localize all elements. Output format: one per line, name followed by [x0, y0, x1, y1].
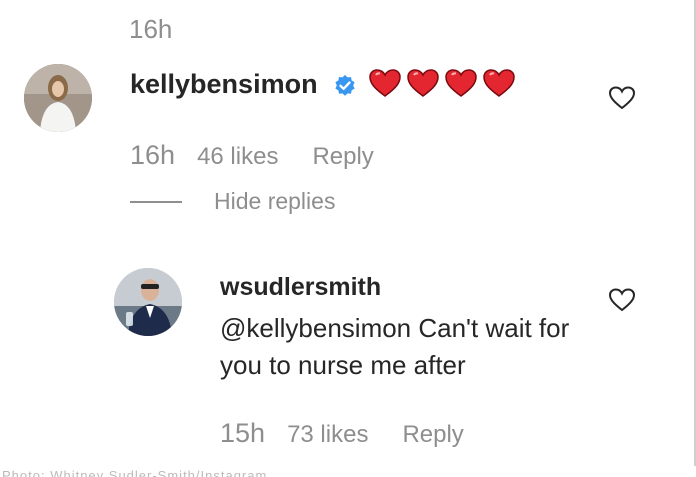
like-heart-icon[interactable] — [608, 287, 636, 313]
comment-time: 15h — [220, 418, 266, 448]
photo-credit-text: Photo: Whitney Sudler-Smith/Instagram — [2, 468, 268, 477]
likes-count[interactable]: 46 likes — [197, 143, 278, 171]
comment-thread: 16h kellybensimon 16h 46 likes Reply Hid… — [0, 0, 696, 466]
heart-emoji-icon — [407, 69, 439, 97]
username-wsudlersmith[interactable]: wsudlersmith — [220, 273, 381, 302]
hide-replies-label: Hide replies — [214, 188, 336, 214]
comment-time: 16h — [130, 140, 176, 170]
previous-comment-time: 16h — [129, 14, 173, 44]
reply-button[interactable]: Reply — [312, 143, 373, 171]
divider-line — [130, 200, 182, 203]
avatar-kellybensimon[interactable] — [24, 64, 92, 132]
photo-credit-caption: Photo: Whitney Sudler-Smith/Instagram — [0, 466, 696, 477]
username-kellybensimon[interactable]: kellybensimon — [130, 69, 318, 100]
heart-emoji-group — [368, 68, 516, 98]
comment-meta: 15h 73 likes Reply — [220, 418, 464, 449]
like-heart-icon[interactable] — [608, 85, 636, 111]
comment-text: @kellybensimon Can't wait for you to nur… — [220, 313, 570, 380]
hide-replies-button[interactable]: Hide replies — [130, 188, 335, 215]
verified-badge-icon — [333, 74, 357, 98]
reply-button[interactable]: Reply — [402, 421, 463, 449]
avatar-wsudlersmith[interactable] — [114, 268, 182, 336]
heart-emoji-icon — [483, 69, 515, 97]
likes-count[interactable]: 73 likes — [287, 421, 368, 449]
heart-emoji-icon — [369, 69, 401, 97]
heart-emoji-icon — [445, 69, 477, 97]
comment-meta: 16h 46 likes Reply — [130, 140, 374, 171]
